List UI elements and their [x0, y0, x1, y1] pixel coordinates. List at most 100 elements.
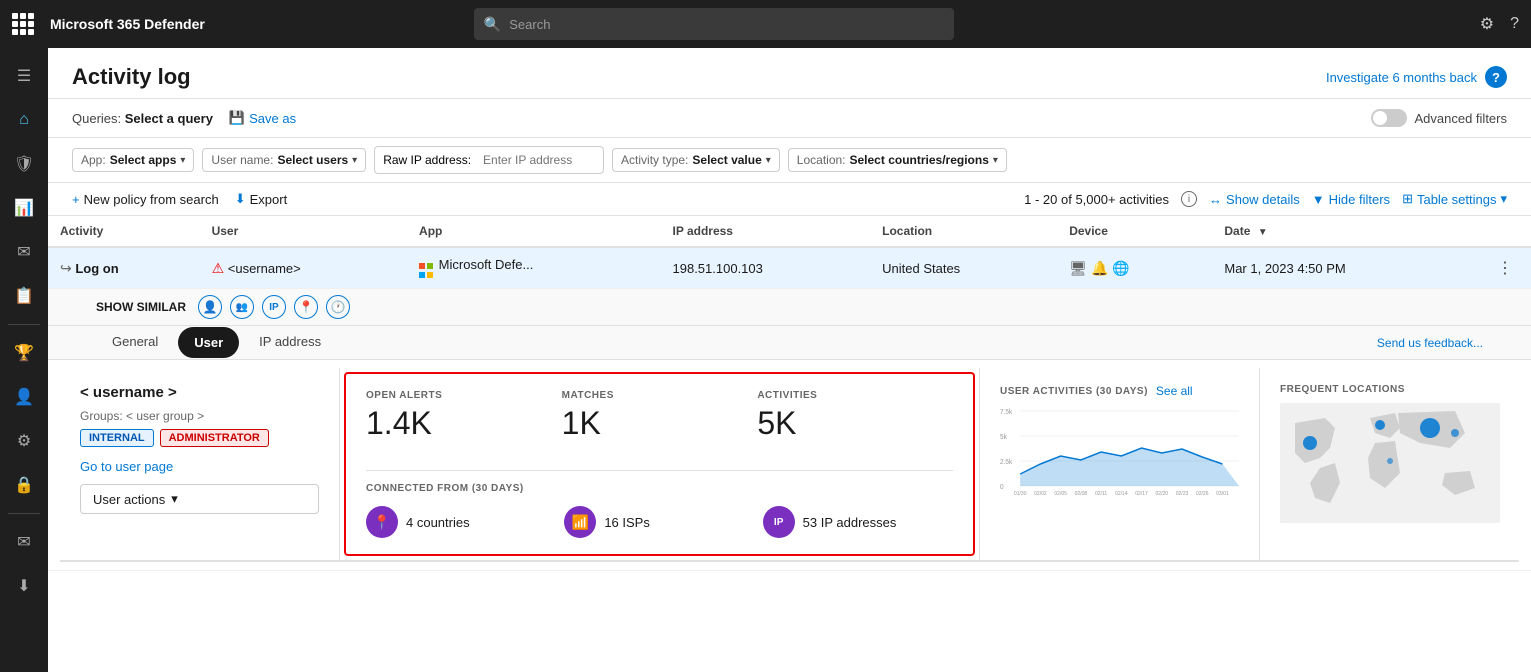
search-input[interactable] [509, 17, 944, 32]
svg-text:02/08: 02/08 [1075, 491, 1088, 496]
ip-address-input[interactable] [475, 149, 595, 171]
sidebar-item-clipboard[interactable]: 📋 [4, 276, 44, 316]
table-settings-button[interactable]: ⊞ Table settings ▾ [1402, 191, 1507, 207]
topbar: Microsoft 365 Defender 🔍 ⚙ ? [0, 0, 1531, 48]
save-as-button[interactable]: 💾 Save as [229, 110, 296, 126]
user-circle-icon[interactable]: 👥 [230, 295, 254, 319]
grid-icon[interactable] [12, 13, 34, 35]
investigate-link[interactable]: Investigate 6 months back [1326, 70, 1477, 85]
open-alerts-stat: OPEN ALERTS 1.4K [366, 390, 562, 454]
sidebar-item-download[interactable]: ⬇ [4, 566, 44, 606]
ip-icon: IP [763, 506, 795, 538]
activity-cell: ↪ Log on [48, 247, 200, 289]
go-to-user-link[interactable]: Go to user page [80, 459, 319, 474]
tab-user[interactable]: User [178, 327, 239, 358]
svg-text:0: 0 [1000, 484, 1004, 491]
arrows-icon: ↔ [1209, 192, 1222, 207]
ip-similar-icon[interactable]: IP [262, 295, 286, 319]
col-actions [1479, 216, 1531, 247]
user-actions-button[interactable]: User actions ▾ [80, 484, 319, 514]
app-filter[interactable]: App: Select apps ▾ [72, 148, 194, 172]
more-actions-cell[interactable]: ⋮ [1479, 247, 1531, 289]
person-similar-icon[interactable]: 👤 [198, 295, 222, 319]
user-filter[interactable]: User name: Select users ▾ [202, 148, 366, 172]
hide-filters-button[interactable]: ▼ Hide filters [1312, 192, 1390, 207]
svg-text:02/02: 02/02 [1034, 491, 1047, 496]
table-row[interactable]: ↪ Log on ⚠ <username> Micros [48, 247, 1531, 289]
location-filter[interactable]: Location: Select countries/regions ▾ [788, 148, 1007, 172]
page-header: Activity log Investigate 6 months back ? [48, 48, 1531, 99]
svg-text:03/01: 03/01 [1216, 491, 1229, 496]
table-area: Activity User App IP address Location [48, 216, 1531, 672]
sidebar-item-user[interactable]: 👤 [4, 377, 44, 417]
tab-general[interactable]: General [96, 326, 174, 359]
col-app[interactable]: App [407, 216, 660, 247]
sidebar: ☰ ⌂ 🛡 📊 ✉ 📋 🏆 👤 ⚙ 🔒 ✉ ⬇ [0, 48, 48, 672]
advanced-filters-switch[interactable] [1371, 109, 1407, 127]
sidebar-item-chart[interactable]: 📊 [4, 188, 44, 228]
filters-bar: Queries: Select a query 💾 Save as Advanc… [48, 99, 1531, 138]
col-user[interactable]: User [200, 216, 407, 247]
activity-filter-chevron: ▾ [766, 155, 771, 166]
new-policy-button[interactable]: + New policy from search [72, 192, 219, 207]
detail-panel-row: < username > Groups: < user group > INTE… [48, 360, 1531, 571]
more-button[interactable]: ⋮ [1491, 256, 1519, 280]
sidebar-item-menu[interactable]: ☰ [4, 56, 44, 96]
stats-section: OPEN ALERTS 1.4K MATCHES 1K [344, 372, 975, 556]
toolbar-right: 1 - 20 of 5,000+ activities i ↔ Show det… [1024, 191, 1507, 207]
plus-icon: + [72, 192, 80, 207]
user-info-section: < username > Groups: < user group > INTE… [60, 368, 340, 560]
chart-see-all-link[interactable]: See all [1156, 384, 1193, 398]
col-location[interactable]: Location [870, 216, 1057, 247]
logon-icon: ↪ [60, 260, 72, 276]
detail-tabs-cell: General User IP address Send us feedback… [48, 326, 1531, 360]
show-details-button[interactable]: ↔ Show details [1209, 192, 1300, 207]
settings-button[interactable]: ⚙ [1480, 14, 1494, 34]
export-button[interactable]: ⬇ Export [235, 191, 287, 207]
col-activity[interactable]: Activity [48, 216, 200, 247]
activities-count: 1 - 20 of 5,000+ activities [1024, 192, 1169, 207]
col-device[interactable]: Device [1057, 216, 1212, 247]
advanced-filters-toggle: Advanced filters [1371, 109, 1508, 127]
info-icon[interactable]: i [1181, 191, 1197, 207]
col-ip[interactable]: IP address [661, 216, 871, 247]
connected-label: CONNECTED FROM (30 DAYS) [366, 483, 953, 494]
activity-type-filter[interactable]: Activity type: Select value ▾ [612, 148, 780, 172]
time-similar-icon[interactable]: 🕐 [326, 295, 350, 319]
device-cell: 🖥 🔔 🌐 [1057, 247, 1212, 289]
tabs-bar: General User IP address Send us feedback… [48, 326, 1531, 359]
search-bar[interactable]: 🔍 [474, 8, 954, 40]
sidebar-item-mail[interactable]: ✉ [4, 232, 44, 272]
location-icon: 📍 [366, 506, 398, 538]
help-button[interactable]: ? [1510, 15, 1519, 33]
network-icon: 📶 [564, 506, 596, 538]
sidebar-item-home[interactable]: ⌂ [4, 100, 44, 140]
stats-grid: OPEN ALERTS 1.4K MATCHES 1K [366, 390, 953, 454]
select-query-dropdown[interactable]: Select a query [125, 111, 213, 126]
sidebar-item-settings[interactable]: ⚙ [4, 421, 44, 461]
sidebar-item-email[interactable]: ✉ [4, 522, 44, 562]
detail-panel: < username > Groups: < user group > INTE… [60, 368, 1519, 562]
date-cell: Mar 1, 2023 4:50 PM [1212, 247, 1479, 289]
ip-filter: Raw IP address: [374, 146, 604, 174]
sort-arrow: ▼ [1258, 227, 1268, 238]
svg-text:02/14: 02/14 [1115, 491, 1128, 496]
tab-ip-address[interactable]: IP address [243, 326, 337, 359]
detail-panel-cell: < username > Groups: < user group > INTE… [48, 360, 1531, 571]
isps-stat: 📶 16 ISPs [564, 506, 754, 538]
chart-area: 7.5k 5k 2.5k 0 [1000, 406, 1239, 506]
location-similar-icon[interactable]: 📍 [294, 295, 318, 319]
location-filter-chevron: ▾ [993, 155, 998, 166]
sidebar-item-shield[interactable]: 🛡 [4, 144, 44, 184]
sidebar-item-lock[interactable]: 🔒 [4, 465, 44, 505]
show-similar-bar: SHOW SIMILAR 👤 👥 IP 📍 🕐 [48, 289, 1531, 325]
send-feedback-button[interactable]: Send us feedback... [1377, 336, 1483, 350]
sidebar-item-trophy[interactable]: 🏆 [4, 333, 44, 373]
col-date[interactable]: Date ▼ [1212, 216, 1479, 247]
activity-table: Activity User App IP address Location [48, 216, 1531, 571]
internal-tag: INTERNAL [80, 429, 154, 447]
save-icon: 💾 [229, 110, 245, 126]
connected-grid: 📍 4 countries 📶 16 ISPs IP [366, 506, 953, 538]
help-button[interactable]: ? [1485, 66, 1507, 88]
map-title: FREQUENT LOCATIONS [1280, 384, 1499, 395]
